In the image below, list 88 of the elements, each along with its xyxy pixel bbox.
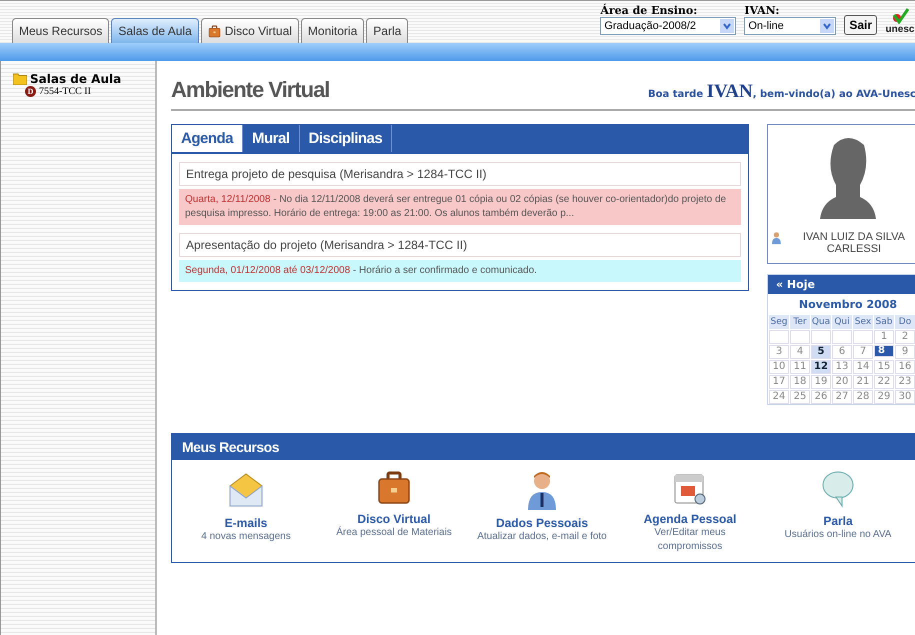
nav-tab[interactable]: Meus Recursos	[12, 18, 110, 43]
section-header: Meus Recursos	[172, 434, 915, 460]
event-description: Segunda, 01/12/2008 até 03/12/2008 - Horário a ser confirmado e comunicado.	[179, 260, 741, 282]
calendar-day[interactable]: 29	[874, 390, 894, 404]
calendar-day[interactable]: 16	[895, 360, 915, 374]
calendar-day[interactable]: 8	[874, 345, 894, 357]
weekday-label: Qui	[832, 315, 852, 329]
nav-tab[interactable]: Disco Virtual	[200, 18, 299, 43]
resource-description: Área pessoal de Materiais	[336, 526, 452, 540]
empty-day-cell	[790, 330, 810, 344]
tree-item[interactable]: D 7554-TCC II	[25, 86, 143, 97]
calendar-day[interactable]: 6	[832, 345, 852, 359]
course-badge: D	[25, 86, 36, 97]
logo-icon	[891, 8, 909, 24]
resource-link[interactable]: Dados Pessoais	[496, 516, 588, 530]
dropdown-icon	[720, 19, 734, 33]
tree-folder[interactable]: Salas de Aula	[13, 72, 143, 86]
calendar-day[interactable]: 30	[895, 390, 915, 404]
empty-day-cell	[769, 330, 789, 344]
resource-description: 4 novas mensagens	[201, 530, 291, 544]
calendar-day[interactable]: 17	[769, 375, 789, 389]
event-title[interactable]: Apresentação do projeto (Merisandra > 1284-TCC II)	[179, 233, 741, 257]
calendar-day[interactable]: 13	[832, 360, 852, 374]
calendar-day[interactable]: 25	[790, 390, 810, 404]
calendar-day[interactable]: 23	[895, 375, 915, 389]
weekday-label: Seg	[769, 315, 789, 329]
folder-icon	[13, 73, 27, 85]
panel-tab[interactable]: Agenda	[172, 125, 244, 152]
calendar-day[interactable]: 19	[811, 375, 831, 389]
calendar-day[interactable]: 22	[874, 375, 894, 389]
empty-day-cell	[811, 330, 831, 344]
nav-tab[interactable]: Salas de Aula	[111, 18, 199, 43]
resource-link[interactable]: Disco Virtual	[357, 512, 431, 526]
calendar-day[interactable]: 3	[769, 345, 789, 359]
status-select[interactable]: On-line	[744, 17, 836, 35]
weekday-label: Do	[895, 315, 915, 329]
calendar-day[interactable]: 14	[853, 360, 873, 374]
event-title[interactable]: Entrega projeto de pesquisa (Merisandra > 1284-TCC II)	[179, 162, 741, 186]
panel-tab[interactable]: Disciplinas	[300, 125, 392, 152]
person-icon	[525, 470, 559, 510]
weekday-label: Sex	[853, 315, 873, 329]
field-label: IVAN:	[744, 4, 780, 17]
calendar-day[interactable]: 1	[874, 330, 894, 344]
calendar-day[interactable]: 12	[811, 360, 831, 374]
briefcase-icon	[376, 470, 412, 506]
greeting-text: Boa tarde IVAN, bem-vindo(a) ao AVA-Unesc	[648, 81, 915, 103]
dropdown-icon	[820, 19, 834, 33]
weekday-label: Qua	[811, 315, 831, 329]
calendar-day[interactable]: 21	[853, 375, 873, 389]
nav-tab[interactable]: Monitoria	[300, 18, 364, 43]
month-title: Novembro 2008	[798, 297, 898, 313]
page-title: Ambiente Virtual	[171, 77, 330, 103]
user-icon	[772, 231, 781, 245]
calendar-day[interactable]: 26	[811, 390, 831, 404]
nav-tab[interactable]: Parla	[366, 18, 408, 43]
calendar-day[interactable]: 24	[769, 390, 789, 404]
resource-description: Ver/Editar meus compromissos	[653, 526, 727, 554]
logo-text: unesc	[886, 24, 914, 35]
panel-tab[interactable]: Mural	[243, 125, 300, 152]
calendar-day[interactable]: 15	[874, 360, 894, 374]
event-description: Quarta, 12/11/2008 - No dia 12/11/2008 deverá ser entregue 01 cópia ou 02 cópias (se houver co-orientador)do projeto de pesquisa impresso. Horário de entrega: 19:00 as 21:00. Os alunos também deverão p...	[179, 189, 741, 225]
resource-link[interactable]: Parla	[823, 514, 853, 528]
calendar-day[interactable]: 7	[853, 345, 873, 359]
empty-day-cell	[832, 330, 852, 344]
calendar-day[interactable]: 27	[832, 390, 852, 404]
empty-day-cell	[853, 330, 873, 344]
calendar-day[interactable]: 9	[895, 345, 915, 359]
user-name: IVAN LUIZ DA SILVA CARLESSI	[802, 231, 906, 255]
calendar-day[interactable]: 10	[769, 360, 789, 374]
speech-bubble-icon	[820, 470, 856, 508]
resource-link[interactable]: Agenda Pessoal	[644, 512, 736, 526]
calendar-day[interactable]: 4	[790, 345, 810, 359]
calendar-day[interactable]: 18	[790, 375, 810, 389]
area-select[interactable]: Graduação-2008/2	[600, 17, 736, 35]
resource-description: Atualizar dados, e-mail e foto	[477, 530, 607, 544]
calendar-day[interactable]: 28	[853, 390, 873, 404]
today-link[interactable]: « Hoje	[768, 275, 915, 294]
weekday-label: Ter	[790, 315, 810, 329]
calendar-day[interactable]: 5	[811, 345, 831, 359]
resource-link[interactable]: E-mails	[224, 516, 268, 530]
briefcase-icon	[208, 24, 221, 38]
exit-button[interactable]: Sair	[844, 15, 877, 35]
field-label: Área de Ensino:	[600, 4, 698, 17]
calendar-day[interactable]: 11	[790, 360, 810, 374]
resource-description: Usuários on-line no AVA	[784, 528, 892, 542]
calendar-day[interactable]: 20	[832, 375, 852, 389]
weekday-label: Sab	[874, 315, 894, 329]
calendar-day[interactable]: 2	[895, 330, 915, 344]
